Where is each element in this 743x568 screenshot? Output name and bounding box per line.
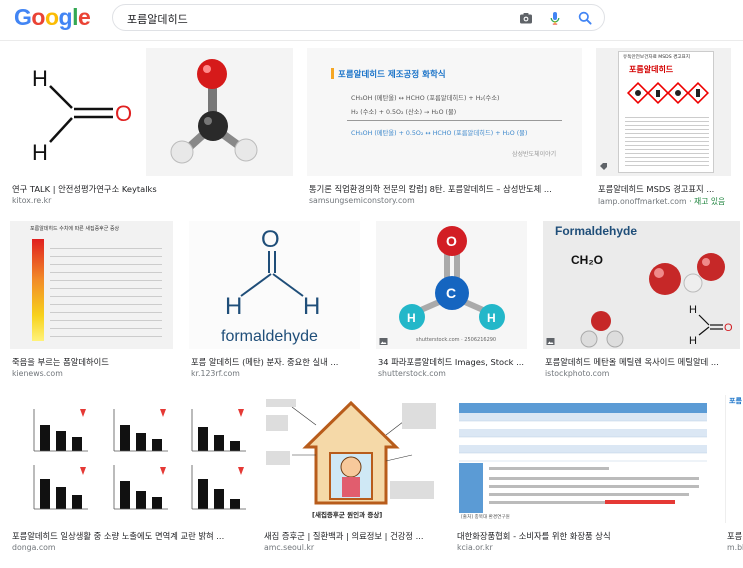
result-source[interactable]: kcia.or.kr bbox=[457, 543, 713, 552]
google-logo[interactable]: Google bbox=[14, 4, 91, 31]
svg-text:H: H bbox=[689, 335, 697, 347]
svg-text:O: O bbox=[446, 233, 457, 249]
header: Google 포름알데히드 bbox=[0, 0, 743, 38]
formula-line: CH₃OH (메탄올) ↔ HCHO (포름알데히드) + H₂(수소) bbox=[351, 95, 500, 102]
svg-text:O: O bbox=[261, 226, 280, 253]
logo-letter: g bbox=[58, 4, 73, 30]
result-source[interactable]: kr.123rf.com bbox=[191, 369, 362, 378]
msds-label: 유독안전보건자료 MSDS 경고표지 포름알데히드 bbox=[618, 51, 714, 173]
formula-line: CH₃OH (메탄올) + 0.5O₂ ↔ HCHO (포름알데히드) + H₂… bbox=[351, 130, 528, 137]
thumb-label: formaldehyde bbox=[221, 328, 318, 345]
svg-text:H: H bbox=[32, 66, 48, 91]
result-thumbnail[interactable]: 포름 bbox=[725, 395, 743, 523]
svg-text:H: H bbox=[689, 304, 697, 316]
thumb-title: 포름알데히드 제조공정 화학식 bbox=[338, 70, 446, 80]
header-divider bbox=[0, 40, 743, 41]
accent-bar bbox=[331, 68, 334, 79]
msds-name: 포름알데히드 bbox=[629, 65, 674, 74]
result-caption[interactable]: 통기론 직업환경의학 전문의 칼럼] 8탄. 포름알데히드 – 삼성반도체 ..… bbox=[309, 183, 581, 195]
price-tag-icon bbox=[600, 163, 607, 170]
image-result[interactable]: O C H H shutterstock.com · 2506216290 34… bbox=[376, 221, 529, 383]
result-caption[interactable]: 포름알데히드 메탄올 메틸렌 옥사이드 메틸알데 ... bbox=[545, 356, 741, 368]
result-caption[interactable]: 포름 bbox=[727, 530, 743, 542]
result-thumbnail[interactable]: Formaldehyde CH₂O H H O bbox=[543, 221, 740, 349]
thumb-note: [출처] 충북대 환경연구원 bbox=[461, 515, 510, 520]
svg-text:O: O bbox=[724, 322, 733, 334]
result-thumbnail[interactable]: 유독안전보건자료 MSDS 경고표지 포름알데히드 bbox=[596, 48, 731, 176]
image-icon bbox=[546, 338, 555, 345]
image-result[interactable]: 포름알데히드 일상생활 중 소량 노출에도 면역계 교란 밝혀 ... dong… bbox=[10, 395, 253, 557]
svg-text:H: H bbox=[303, 293, 320, 320]
result-source[interactable]: lamp.onoffmarket.com · 재고 있음 bbox=[598, 196, 743, 207]
search-input[interactable]: 포름알데히드 bbox=[127, 11, 188, 27]
camera-icon[interactable] bbox=[518, 10, 534, 26]
image-result[interactable]: [새집증후군 원인과 증상] 새집 증후군 | 질환백과 | 의료정보 | 건강… bbox=[262, 395, 442, 557]
logo-letter: o bbox=[31, 4, 45, 30]
result-thumbnail[interactable]: [새집증후군 원인과 증상] bbox=[262, 395, 440, 523]
result-thumbnail[interactable]: 포름알데히드 제조공정 화학식 CH₃OH (메탄올) ↔ HCHO (포름알데… bbox=[307, 48, 582, 176]
logo-letter: o bbox=[44, 4, 59, 30]
image-result[interactable]: H H O 연구 TALK | 안전성평가연구소 Keytalks kitox.… bbox=[10, 48, 293, 210]
formula-line: H₂ (수소) + 0.5O₂ (산소) → H₂O (물) bbox=[351, 109, 457, 116]
thumb-title: 포름 bbox=[729, 397, 742, 405]
result-source[interactable]: amc.seoul.kr bbox=[264, 543, 442, 552]
result-thumbnail[interactable]: [출처] 충북대 환경연구원 bbox=[455, 395, 711, 523]
result-source[interactable]: kitox.re.kr bbox=[12, 196, 292, 205]
result-thumbnail[interactable]: O H H formaldehyde bbox=[189, 221, 360, 349]
result-thumbnail[interactable] bbox=[10, 395, 251, 523]
image-result[interactable]: 포름 포름 m.bl bbox=[725, 395, 743, 557]
msds-text-lines bbox=[625, 114, 709, 168]
watermark: shutterstock.com · 2506216290 bbox=[416, 337, 497, 343]
result-source[interactable]: istockphoto.com bbox=[545, 369, 741, 378]
search-box[interactable]: 포름알데히드 bbox=[112, 4, 605, 31]
search-icon[interactable] bbox=[577, 10, 593, 26]
result-caption[interactable]: 34 파라포름알데히드 Images, Stock ... bbox=[378, 356, 529, 368]
svg-text:C: C bbox=[446, 285, 456, 301]
formula-divider bbox=[347, 120, 562, 121]
result-source[interactable]: m.bl bbox=[727, 543, 743, 552]
result-caption[interactable]: 새집 증후군 | 질환백과 | 의료정보 | 건강정 ... bbox=[264, 530, 442, 542]
result-caption[interactable]: 대한화장품협회 - 소비자를 위한 화장품 상식 bbox=[457, 530, 713, 542]
result-caption[interactable]: 포름알데히드 MSDS 경고표지 ... bbox=[598, 183, 743, 195]
result-source[interactable]: donga.com bbox=[12, 543, 253, 552]
svg-text:H: H bbox=[225, 293, 242, 320]
image-result[interactable]: O H H formaldehyde 포름 알데히드 (메탄) 분자. 중요한 … bbox=[189, 221, 362, 383]
image-result[interactable]: 유독안전보건자료 MSDS 경고표지 포름알데히드 포름알데히드 MSDS 경고… bbox=[596, 48, 743, 210]
result-caption[interactable]: 죽음을 부르는 폼알데하이드 bbox=[12, 356, 175, 368]
image-icon bbox=[379, 338, 388, 345]
result-thumbnail[interactable]: 포름알데히드 수치에 따른 새집증후군 증상 bbox=[10, 221, 173, 349]
result-thumbnail[interactable]: H H O bbox=[10, 48, 293, 176]
image-result[interactable]: 포름알데히드 수치에 따른 새집증후군 증상 죽음을 부르는 폼알데하이드 ki… bbox=[10, 221, 175, 383]
image-result[interactable]: [출처] 충북대 환경연구원 대한화장품협회 - 소비자를 위한 화장품 상식 … bbox=[455, 395, 713, 557]
result-source[interactable]: shutterstock.com bbox=[378, 369, 529, 378]
gradient-scale bbox=[32, 239, 44, 341]
table-image bbox=[459, 403, 707, 513]
svg-text:H: H bbox=[487, 311, 496, 325]
watermark: 삼성반도체이야기 bbox=[512, 151, 557, 158]
result-caption[interactable]: 연구 TALK | 안전성평가연구소 Keytalks bbox=[12, 183, 292, 195]
hazard-pictograms bbox=[626, 81, 709, 105]
logo-letter: e bbox=[77, 4, 91, 30]
result-caption[interactable]: 포름알데히드 일상생활 중 소량 노출에도 면역계 교란 밝혀 ... bbox=[12, 530, 253, 542]
result-source[interactable]: samsungsemiconstory.com bbox=[309, 196, 581, 205]
result-caption[interactable]: 포름 알데히드 (메탄) 분자. 중요한 실내 ... bbox=[191, 356, 362, 368]
result-source[interactable]: kienews.com bbox=[12, 369, 175, 378]
result-thumbnail[interactable]: O C H H shutterstock.com · 2506216290 bbox=[376, 221, 527, 349]
svg-text:H: H bbox=[407, 311, 416, 325]
image-result[interactable]: 포름알데히드 제조공정 화학식 CH₃OH (메탄올) ↔ HCHO (포름알데… bbox=[307, 48, 582, 210]
logo-letter: G bbox=[14, 4, 32, 30]
chart-lines bbox=[50, 241, 162, 339]
msds-title: 유독안전보건자료 MSDS 경고표지 bbox=[623, 55, 690, 60]
thumb-title: 포름알데히드 수치에 따른 새집증후군 증상 bbox=[30, 226, 120, 232]
bar-charts-image bbox=[33, 409, 246, 510]
svg-text:O: O bbox=[115, 101, 132, 126]
mic-icon[interactable] bbox=[547, 10, 563, 26]
sick-house-image bbox=[266, 399, 436, 505]
thumb-caption: [새집증후군 원인과 증상] bbox=[312, 511, 383, 519]
image-result[interactable]: Formaldehyde CH₂O H H O 포름알데히드 메탄올 메틸렌 옥… bbox=[543, 221, 743, 383]
svg-text:H: H bbox=[32, 140, 48, 165]
